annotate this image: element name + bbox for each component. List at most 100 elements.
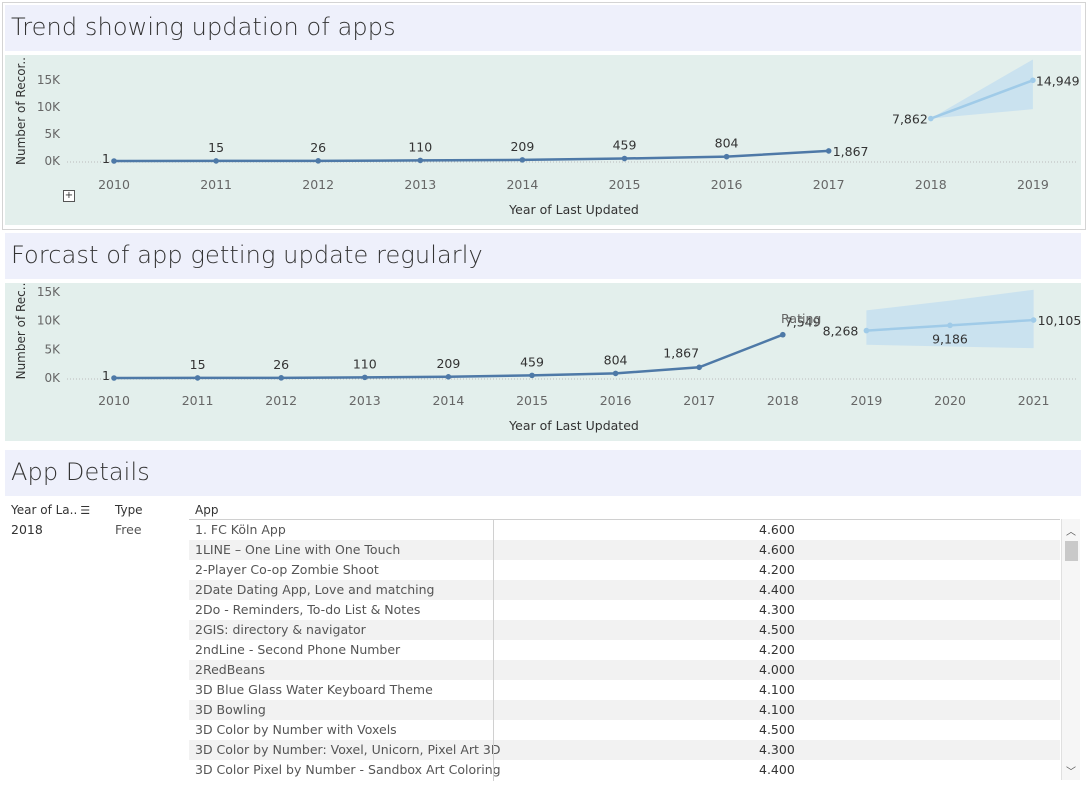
y-tick-label: 5K xyxy=(44,342,61,356)
table-row[interactable]: 2GIS: directory & navigator 4.500 xyxy=(189,620,1060,640)
data-label: 14,949 xyxy=(1036,73,1080,88)
app-name-cell: 2Date Dating App, Love and matching xyxy=(195,582,435,597)
rating-cell: 4.300 xyxy=(759,742,795,757)
rating-cell: 4.200 xyxy=(759,642,795,657)
data-label: 15 xyxy=(208,140,224,155)
table-row[interactable]: 3D Color by Number: Voxel, Unicorn, Pixe… xyxy=(189,740,1060,760)
rating-cell: 4.400 xyxy=(759,762,795,777)
data-label: 9,186 xyxy=(932,331,968,346)
x-tick-label: 2018 xyxy=(915,177,947,192)
trend-title-bar: Trend showing updation of apps xyxy=(5,5,1081,51)
chevron-up-icon[interactable]: ︿ xyxy=(1065,523,1077,538)
table-row[interactable]: 2RedBeans 4.000 xyxy=(189,660,1060,680)
x-tick-label: 2018 xyxy=(767,393,799,408)
x-tick-label: 2014 xyxy=(432,393,464,408)
actual-point xyxy=(417,157,424,164)
trend-chart: 15K 10K 5K 0K Number of Recor.. 2010 2011 2012 2… xyxy=(14,57,1080,217)
x-tick-label: 2011 xyxy=(200,177,232,192)
app-name-cell: 1. FC Köln App xyxy=(195,522,286,537)
data-label: 7,862 xyxy=(892,112,928,127)
table-row[interactable]: 3D Blue Glass Water Keyboard Theme 4.100 xyxy=(189,680,1060,700)
app-name-cell: 3D Color by Number: Voxel, Unicorn, Pixe… xyxy=(195,742,501,757)
table-row[interactable]: 2-Player Co-op Zombie Shoot 4.200 xyxy=(189,560,1060,580)
x-tick-label: 2011 xyxy=(182,393,214,408)
overlap-rating-text: Rating xyxy=(781,311,821,326)
app-name-cell: 3D Blue Glass Water Keyboard Theme xyxy=(195,682,433,697)
data-label: 26 xyxy=(273,357,289,372)
y-tick-label: 10K xyxy=(37,100,61,114)
rating-cell: 4.100 xyxy=(759,682,795,697)
y-tick-label: 0K xyxy=(44,154,61,168)
rating-cell: 4.000 xyxy=(759,662,795,677)
data-label: 8,268 xyxy=(823,324,859,339)
x-tick-label: 2016 xyxy=(600,393,632,408)
table-row[interactable]: 3D Bowling 4.100 xyxy=(189,700,1060,720)
sort-descending-icon[interactable]: ☰ xyxy=(80,504,90,517)
y-axis-title: Number of Recor.. xyxy=(14,57,28,165)
actual-point xyxy=(780,331,786,338)
table-scrollbar[interactable]: ︿ ﹀ xyxy=(1061,519,1080,780)
forecast-point xyxy=(1030,77,1036,84)
forecast-point xyxy=(863,327,870,334)
rating-cell: 4.300 xyxy=(759,602,795,617)
actual-point xyxy=(111,375,117,381)
actual-point xyxy=(111,158,117,164)
trend-title: Trend showing updation of apps xyxy=(11,13,396,41)
x-axis-title: Year of Last Updated xyxy=(508,202,639,217)
table-row[interactable]: 1. FC Köln App 4.600 xyxy=(189,520,1060,540)
app-name-cell: 3D Bowling xyxy=(195,702,266,717)
actual-point xyxy=(194,375,201,381)
x-tick-label: 2017 xyxy=(683,393,715,408)
data-label: 804 xyxy=(715,136,739,151)
y-tick-label: 5K xyxy=(44,127,61,141)
table-row[interactable]: 2Date Dating App, Love and matching 4.400 xyxy=(189,580,1060,600)
chevron-down-icon[interactable]: ﹀ xyxy=(1065,763,1077,778)
app-details-title-bar: App Details xyxy=(5,450,1081,496)
x-axis-title: Year of Last Updated xyxy=(508,418,639,433)
x-tick-label: 2019 xyxy=(1017,177,1049,192)
data-label: 459 xyxy=(520,354,544,369)
data-label: 15 xyxy=(190,357,206,372)
forecast-title-bar: Forcast of app getting update regularly xyxy=(5,233,1081,279)
app-name-cell: 3D Color Pixel by Number - Sandbox Art C… xyxy=(195,762,501,777)
data-label: 209 xyxy=(510,139,534,154)
forecast-point xyxy=(928,115,934,122)
data-label: 804 xyxy=(604,352,628,367)
app-name-cell: 2RedBeans xyxy=(195,662,266,677)
actual-point xyxy=(213,158,219,164)
app-details-table: Year of La.. ☰ Type App 2018 Free 3D Colo… xyxy=(5,497,1081,785)
data-label: 10,105 xyxy=(1038,313,1081,328)
app-name-cell: 2ndLine - Second Phone Number xyxy=(195,642,401,657)
rating-cell: 4.600 xyxy=(759,542,795,557)
actual-point xyxy=(278,375,285,381)
table-row[interactable]: 2ndLine - Second Phone Number 4.200 xyxy=(189,640,1060,660)
header-year[interactable]: Year of La.. ☰ xyxy=(11,503,90,517)
table-row[interactable]: 3D Color by Number with Voxels 4.500 xyxy=(189,720,1060,740)
x-tick-label: 2013 xyxy=(404,177,436,192)
header-app[interactable]: App xyxy=(195,503,218,517)
scroll-thumb[interactable] xyxy=(1065,541,1078,561)
x-tick-label: 2017 xyxy=(813,177,845,192)
actual-point xyxy=(519,157,526,163)
year-cell: 2018 xyxy=(11,522,43,537)
actual-point xyxy=(621,155,628,162)
actual-point xyxy=(612,370,619,377)
y-tick-label: 10K xyxy=(37,314,61,328)
plus-square-icon[interactable]: + xyxy=(63,190,75,202)
actual-point xyxy=(723,153,730,160)
header-type[interactable]: Type xyxy=(115,503,143,517)
forecast-title: Forcast of app getting update regularly xyxy=(11,241,483,269)
actual-point xyxy=(315,158,322,164)
x-tick-label: 2020 xyxy=(934,393,966,408)
rating-cell: 4.500 xyxy=(759,622,795,637)
table-row[interactable]: 3D Color Pixel by Number - Sandbox Art C… xyxy=(189,760,1060,780)
rating-cell: 4.100 xyxy=(759,702,795,717)
forecast-point xyxy=(1030,317,1037,323)
actual-point xyxy=(445,374,452,380)
actual-point xyxy=(362,374,368,381)
data-label: 1 xyxy=(102,368,110,383)
table-row[interactable]: 2Do - Reminders, To-do List & Notes 4.300 xyxy=(189,600,1060,620)
trend-chart-area: 15K 10K 5K 0K Number of Recor.. 2010 2011 2012 2… xyxy=(5,55,1081,225)
table-row[interactable]: 1LINE – One Line with One Touch 4.600 xyxy=(189,540,1060,560)
actual-point xyxy=(696,364,702,371)
